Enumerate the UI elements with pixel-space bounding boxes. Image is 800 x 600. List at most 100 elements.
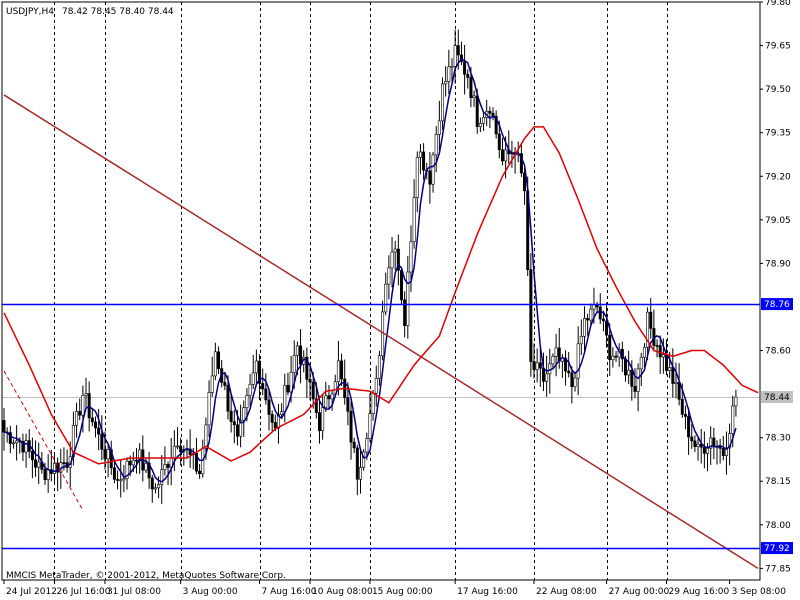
- candle-body-bull: [358, 467, 362, 480]
- candle-body-bull: [472, 95, 476, 99]
- candle-body-bear: [400, 269, 404, 301]
- candle-body-bear: [150, 477, 154, 490]
- candle-body-bull: [545, 373, 549, 382]
- candle-body-bull: [176, 445, 180, 448]
- candle-body-bull: [589, 308, 593, 321]
- price-chart[interactable]: 79.80 79.65 79.50 79.35 79.20 79.05 78.90 78.60…: [0, 0, 800, 600]
- chart-symbol: USDJPY,H4: [6, 7, 54, 17]
- price-tick-label: 78.90: [765, 259, 791, 269]
- candle-body-bull: [412, 197, 416, 243]
- chart-ohlc: 78.42 78.45 78.40 78.44: [62, 7, 174, 17]
- candle-body-bull: [636, 368, 640, 392]
- candle-body-bull: [365, 438, 369, 453]
- candle-body-bull: [482, 116, 486, 124]
- candle-body-bear: [112, 467, 116, 480]
- candle-body-bear: [349, 410, 353, 443]
- price-tick-label: 77.85: [765, 564, 791, 574]
- candle-body-bull: [374, 378, 378, 394]
- candle-body-bear: [687, 416, 691, 438]
- candle-body-bear: [232, 421, 236, 426]
- time-tick-label: 10 Aug 08:00: [312, 587, 373, 597]
- candle-body-bear: [299, 345, 303, 365]
- candle-body-bull: [144, 462, 148, 471]
- candle-body-bull: [37, 461, 41, 468]
- candle-body-bull: [280, 411, 284, 415]
- candle-body-bull: [444, 81, 448, 85]
- candle-body-bull: [390, 251, 394, 269]
- candle-body-bear: [469, 77, 473, 99]
- price-tick-label: 79.80: [765, 0, 791, 8]
- candle-body-bull: [447, 66, 451, 82]
- candle-body-bull: [242, 407, 246, 421]
- candle-body-bull: [15, 440, 19, 444]
- candle-body-bear: [488, 110, 492, 114]
- candle-body-bull: [384, 283, 388, 313]
- candle-body-bear: [286, 384, 290, 393]
- candle-body-bear: [718, 446, 722, 449]
- candle-body-bull: [450, 65, 454, 68]
- candle-body-bull: [336, 360, 340, 383]
- candle-body-bull: [368, 413, 372, 440]
- candle-body-bull: [592, 304, 596, 310]
- candle-body-bull: [330, 393, 334, 400]
- candle-body-bull: [204, 424, 208, 449]
- candle-body-bull: [248, 383, 252, 396]
- candle-body-bear: [90, 417, 94, 423]
- candle-body-bull: [393, 248, 397, 253]
- candle-body-bull: [153, 487, 157, 490]
- price-tick-label: 78.15: [765, 477, 791, 487]
- candle-body-bear: [93, 421, 97, 429]
- candle[interactable]: [529, 253, 533, 377]
- candle-body-bull: [245, 395, 249, 408]
- candle-body-bear: [690, 436, 694, 442]
- price-tick-label: 79.35: [765, 129, 791, 139]
- level-badge-label: 77.92: [764, 544, 790, 554]
- candle-body-bull: [661, 354, 665, 358]
- candle-body-bull: [163, 464, 167, 471]
- candle-body-bear: [671, 367, 675, 384]
- candle-body-bull: [210, 375, 214, 393]
- candle-body-bear: [179, 445, 183, 453]
- candle-body-bull: [254, 360, 258, 374]
- candle-body-bull: [731, 405, 735, 434]
- candle-body-bull: [81, 394, 85, 416]
- candle-body-bear: [198, 470, 202, 475]
- candle-body-bull: [131, 459, 135, 466]
- candle-body-bear: [532, 361, 536, 370]
- candle-body-bear: [223, 382, 227, 386]
- candle-body-bear: [355, 447, 359, 480]
- candle-body-bull: [441, 83, 445, 122]
- candle-body-bear: [712, 437, 716, 447]
- time-tick-label: 17 Aug 16:00: [457, 587, 518, 597]
- candle-body-bear: [500, 149, 504, 162]
- candle-body-bear: [229, 410, 233, 422]
- candle-body-bear: [352, 441, 356, 449]
- candle-body-bull: [554, 347, 558, 357]
- candle-body-bear: [273, 422, 277, 429]
- candle-body-bull: [11, 442, 15, 445]
- candle-body-bear: [497, 133, 501, 151]
- candle-body-bull: [371, 392, 375, 414]
- candle-body-bear: [608, 334, 612, 360]
- candle-body-bear: [422, 151, 426, 171]
- candle-body-bull: [415, 157, 419, 198]
- candle-body-bear: [466, 73, 470, 78]
- candle-body-bull: [106, 449, 110, 460]
- candle-body-bear: [570, 372, 574, 387]
- candle-body-bear: [78, 410, 82, 416]
- candle-body-bear: [683, 414, 687, 417]
- candle-body-bear: [135, 459, 139, 462]
- time-tick-label: 3 Sep 08:00: [732, 587, 787, 597]
- candle[interactable]: [362, 448, 366, 471]
- candle-body-bear: [166, 464, 170, 468]
- candle-body-bear: [116, 479, 120, 481]
- candle-body-bull: [207, 392, 211, 426]
- candle-body-bull: [377, 355, 381, 379]
- current-price-badge-label: 78.44: [764, 393, 790, 403]
- candle-body-bear: [261, 383, 265, 390]
- candle-body-bull: [409, 241, 413, 273]
- candle-body-bear: [456, 45, 460, 56]
- candle-body-bear: [702, 446, 706, 454]
- candle-body-bull: [283, 384, 287, 413]
- candle-body-bull: [119, 479, 123, 482]
